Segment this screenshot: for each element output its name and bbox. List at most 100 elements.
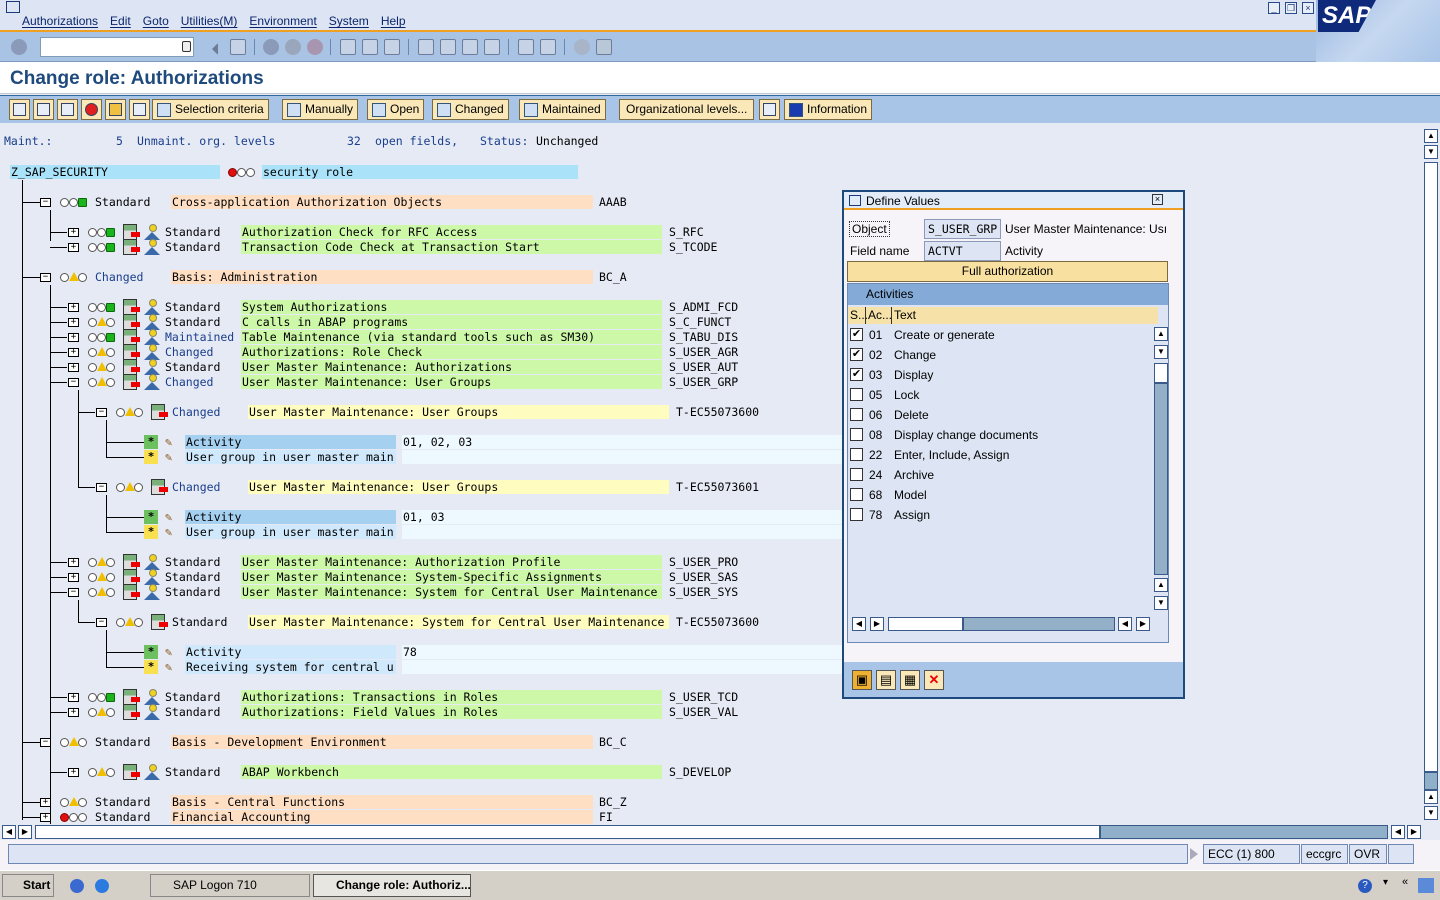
auth-object-icon[interactable] [123, 224, 140, 240]
restore-icon[interactable]: ❐ [1285, 2, 1297, 14]
status-expand-icon[interactable] [1190, 848, 1198, 860]
field-name[interactable]: Activity [185, 435, 396, 449]
activity-row[interactable]: 24 Archive [848, 465, 1150, 485]
org-level-icon[interactable] [144, 764, 160, 780]
table-scroll-track[interactable] [1154, 383, 1168, 575]
auth-object-text[interactable]: User Master Maintenance: System-Specific… [241, 570, 662, 584]
field-name[interactable]: User group in user master main [185, 525, 396, 539]
expand-node-icon[interactable]: + [68, 573, 79, 582]
menu-authorizations[interactable]: Authorizations [22, 14, 98, 28]
activity-row[interactable]: 78 Assign [848, 505, 1150, 525]
collapse-node-icon[interactable]: − [68, 588, 79, 597]
scroll-right-button-2[interactable]: ▶ [1407, 825, 1421, 839]
auth-object-icon[interactable] [123, 689, 140, 705]
collapse-node-icon[interactable]: − [68, 378, 79, 387]
auth-object-icon[interactable] [123, 344, 140, 360]
find-next-icon[interactable] [384, 39, 400, 55]
auth-object-text[interactable]: Table Maintenance (via standard tools su… [241, 330, 662, 344]
full-authorization-button[interactable]: Full authorization [847, 261, 1168, 282]
role-description[interactable]: security role [262, 165, 578, 179]
activity-checkbox[interactable] [850, 448, 863, 461]
auth-object-icon[interactable] [123, 569, 140, 585]
maintained-button[interactable]: Maintained [519, 99, 606, 120]
back-icon[interactable] [263, 39, 279, 55]
back-arrow-icon[interactable] [210, 43, 218, 55]
layout-menu-icon[interactable] [596, 39, 612, 55]
delete-button[interactable] [129, 99, 150, 120]
col-text[interactable]: Text [894, 307, 916, 324]
scroll-left-button-2[interactable]: ◀ [1391, 825, 1405, 839]
auth-object-icon[interactable] [123, 299, 140, 315]
help-tray-icon[interactable]: ? [1358, 879, 1372, 893]
expand-all-button[interactable] [9, 99, 30, 120]
manually-button[interactable]: Manually [282, 99, 359, 120]
authorization-text[interactable]: User Master Maintenance: System for Cent… [248, 615, 669, 629]
first-page-icon[interactable] [418, 39, 434, 55]
expand-node-icon[interactable]: + [68, 318, 79, 327]
org-level-icon[interactable] [144, 329, 160, 345]
hscroll-track[interactable] [1100, 825, 1388, 839]
activity-row[interactable]: 22 Enter, Include, Assign [848, 445, 1150, 465]
auth-object-text[interactable]: C calls in ABAP programs [241, 315, 662, 329]
role-name[interactable]: Z_SAP_SECURITY [10, 165, 220, 179]
field-value[interactable]: 01, 03 [402, 510, 842, 524]
transfer-button[interactable]: ▦ [900, 670, 920, 690]
auth-object-text[interactable]: User Master Maintenance: User Groups [241, 375, 662, 389]
create-session-icon[interactable] [518, 39, 534, 55]
task-sap-logon[interactable]: SAP Logon 710 [150, 874, 310, 897]
auth-object-icon[interactable] [123, 764, 140, 780]
auth-class-text[interactable]: Financial Accounting [171, 810, 593, 824]
org-level-icon[interactable] [144, 374, 160, 390]
auth-object-text[interactable]: Authorizations: Transactions in Roles [241, 690, 662, 704]
command-field[interactable] [40, 37, 194, 57]
menu-system[interactable]: System [329, 14, 369, 28]
table-hscroll-track[interactable] [963, 617, 1115, 631]
expand-node-icon[interactable]: + [68, 693, 79, 702]
authorization-icon[interactable] [151, 614, 168, 630]
menu-environment[interactable]: Environment [249, 14, 316, 28]
expand-node-icon[interactable]: + [68, 303, 79, 312]
enter-icon[interactable] [11, 39, 27, 55]
vertical-scrollbar[interactable]: ▲ ▼ ▲ ▼ [1423, 126, 1440, 824]
auth-object-text[interactable]: Authorization Check for RFC Access [241, 225, 662, 239]
scroll-up-button[interactable]: ▲ [1424, 129, 1438, 143]
pencil-icon[interactable]: ✎ [165, 645, 179, 659]
command-history-icon[interactable] [182, 41, 191, 52]
menu-help[interactable]: Help [381, 14, 406, 28]
find-icon[interactable] [362, 39, 378, 55]
auth-object-text[interactable]: User Master Maintenance: System for Cent… [241, 585, 662, 599]
organizational-levels-button[interactable]: Organizational levels... [619, 99, 755, 120]
activity-checkbox[interactable]: ✔ [850, 328, 863, 341]
activity-row[interactable]: 06 Delete [848, 405, 1150, 425]
task-change-role[interactable]: Change role: Authoriz... [313, 874, 471, 897]
restore-tray-icon[interactable]: ▾ [1383, 877, 1388, 888]
org-level-icon[interactable] [144, 569, 160, 585]
authorization-text[interactable]: User Master Maintenance: User Groups [248, 480, 669, 494]
auth-object-text[interactable]: System Authorizations [241, 300, 662, 314]
scroll-right-button[interactable]: ▶ [18, 825, 32, 839]
auth-object-icon[interactable] [123, 704, 140, 720]
pencil-icon[interactable]: ✎ [165, 450, 179, 464]
auth-class-text[interactable]: Cross-application Authorization Objects [171, 195, 593, 209]
col-activity[interactable]: Ac... [868, 307, 892, 324]
previous-page-icon[interactable] [440, 39, 456, 55]
field-value[interactable] [402, 450, 842, 464]
pencil-icon[interactable]: ✎ [165, 525, 179, 539]
auth-object-text[interactable]: User Master Maintenance: Authorizations [241, 360, 662, 374]
auth-object-icon[interactable] [123, 554, 140, 570]
collapse-all-button[interactable] [33, 99, 54, 120]
table-scroll-up-2[interactable]: ▲ [1154, 578, 1168, 592]
table-scroll-right[interactable]: ▶ [870, 617, 884, 631]
scroll-down-button-2[interactable]: ▼ [1424, 806, 1438, 820]
help-icon[interactable] [574, 39, 590, 55]
authorization-icon[interactable] [151, 479, 168, 495]
auth-object-text[interactable]: Transaction Code Check at Transaction St… [241, 240, 662, 254]
pencil-icon[interactable]: ✎ [165, 435, 179, 449]
scroll-track[interactable] [1424, 772, 1438, 790]
auth-object-icon[interactable] [123, 329, 140, 345]
tray-expand-icon[interactable]: « [1402, 876, 1408, 888]
table-scroll-left[interactable]: ◀ [852, 617, 866, 631]
auth-object-icon[interactable] [123, 239, 140, 255]
table-hscroll-thumb[interactable] [888, 617, 963, 631]
auth-object-text[interactable]: User Master Maintenance: Authorization P… [241, 555, 662, 569]
